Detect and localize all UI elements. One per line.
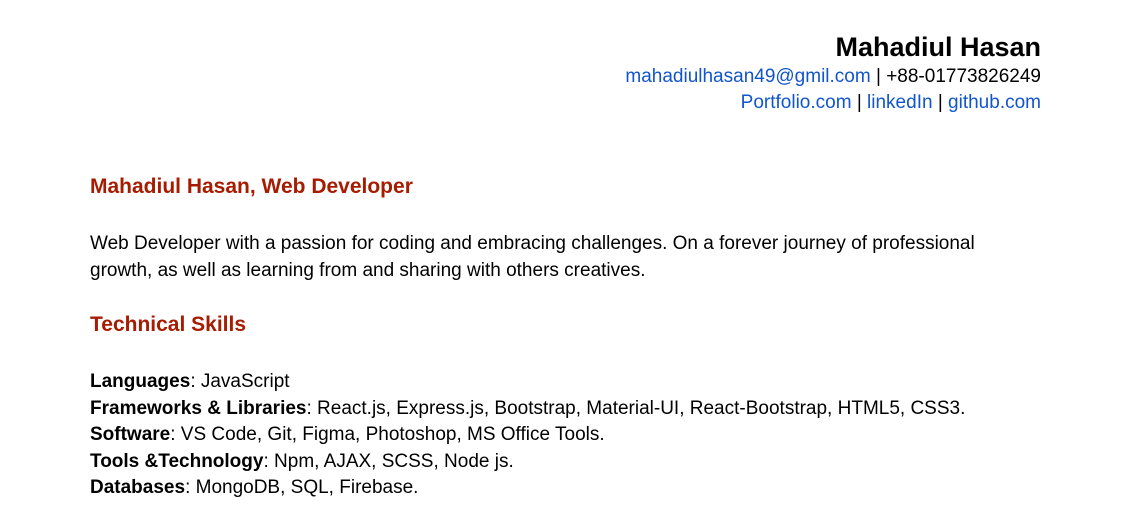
profile-heading: Mahadiul Hasan, Web Developer [90, 175, 413, 198]
skill-value: : React.js, Express.js, Bootstrap, Mater… [306, 397, 966, 419]
linkedin-link[interactable]: linkedIn [867, 92, 933, 113]
skill-label: Tools &Technology [90, 450, 264, 472]
contact-line: mahadiulhasan49@gmil.com | +88-017738262… [90, 64, 1041, 90]
profile-summary: Web Developer with a passion for coding … [90, 233, 975, 281]
skill-label: Frameworks & Libraries [90, 397, 307, 419]
resume-header: Mahadiul Hasan mahadiulhasan49@gmil.com … [90, 30, 1041, 116]
portfolio-link[interactable]: Portfolio.com [741, 92, 852, 113]
skill-row-software: Software: VS Code, Git, Figma, Photoshop… [90, 422, 1041, 449]
github-link[interactable]: github.com [948, 92, 1041, 113]
resume-page: Mahadiul Hasan mahadiulhasan49@gmil.com … [90, 30, 1041, 498]
skill-label: Languages [90, 371, 191, 392]
separator: | [870, 66, 887, 87]
skill-row-frameworks: Frameworks & Libraries: React.js, Expres… [90, 396, 1041, 423]
email-link[interactable]: mahadiulhasan49@gmil.com [625, 66, 870, 87]
skills-list: Languages: JavaScript Frameworks & Libra… [90, 369, 1041, 502]
skill-value: : JavaScript [190, 371, 290, 392]
skill-label: Databases [90, 477, 186, 499]
skills-heading: Technical Skills [90, 313, 247, 336]
skill-value: : VS Code, Git, Figma, Photoshop, MS Off… [170, 424, 605, 446]
candidate-name: Mahadiul Hasan [835, 32, 1041, 62]
separator: | [851, 92, 868, 113]
phone-number: +88-01773826249 [886, 66, 1041, 87]
skill-value: : Npm, AJAX, SCSS, Node js. [263, 450, 514, 472]
skill-label: Software [90, 424, 171, 446]
links-line: Portfolio.com | linkedIn | github.com [90, 90, 1041, 116]
skill-value: : MongoDB, SQL, Firebase. [185, 477, 419, 499]
skill-row-databases: Databases: MongoDB, SQL, Firebase. [90, 475, 1041, 502]
skill-row-tools: Tools &Technology: Npm, AJAX, SCSS, Node… [90, 449, 1041, 476]
separator: | [932, 92, 949, 113]
skill-row-languages: Languages: JavaScript [90, 369, 1041, 396]
